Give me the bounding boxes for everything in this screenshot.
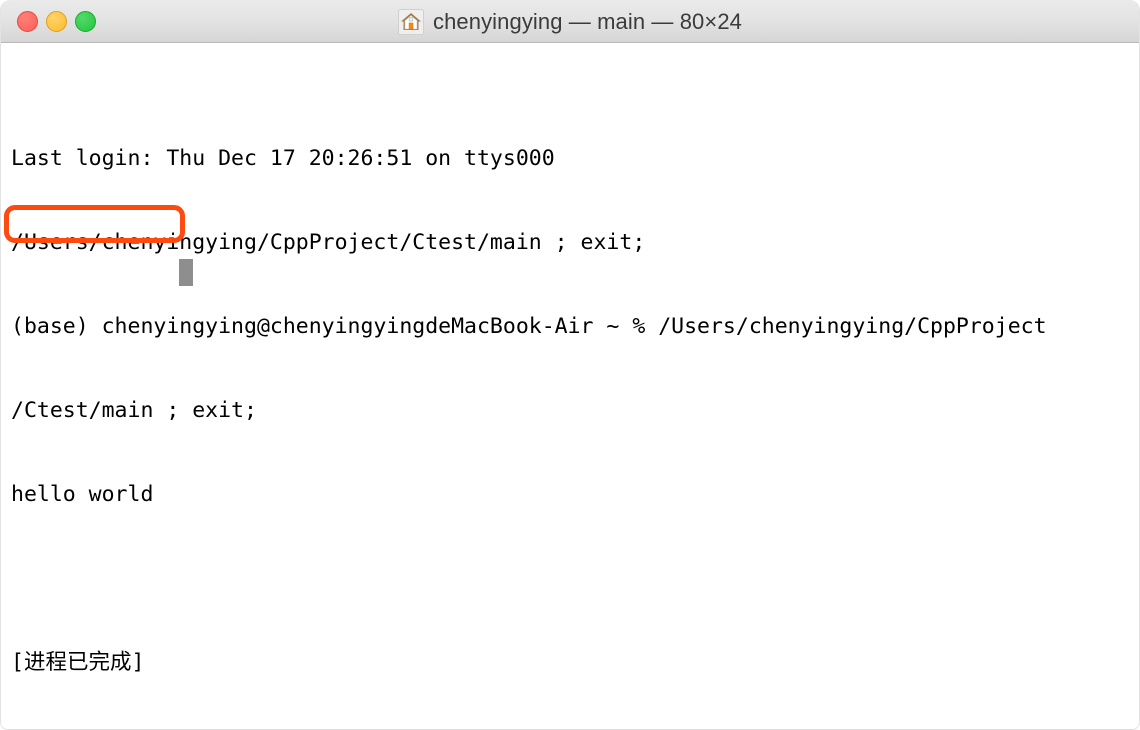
terminal-output: Last login: Thu Dec 17 20:26:51 on ttys0… <box>11 89 1047 729</box>
window-controls <box>17 0 96 43</box>
title-bar[interactable]: chenyingying — main — 80×24 <box>1 0 1139 43</box>
terminal-line: /Users/chenyingying/CppProject/Ctest/mai… <box>11 230 646 255</box>
terminal-line: [进程已完成] <box>11 650 145 675</box>
terminal-line: (base) chenyingying@chenyingyingdeMacBoo… <box>11 314 1047 339</box>
minimize-button[interactable] <box>46 11 67 32</box>
zoom-button[interactable] <box>75 11 96 32</box>
title-bar-center: chenyingying — main — 80×24 <box>1 0 1139 43</box>
terminal-line: hello world <box>11 482 154 507</box>
home-icon <box>397 8 424 35</box>
terminal-line: /Ctest/main ; exit; <box>11 398 257 423</box>
close-button[interactable] <box>17 11 38 32</box>
block-cursor <box>179 259 193 286</box>
terminal-line: Last login: Thu Dec 17 20:26:51 on ttys0… <box>11 146 555 171</box>
terminal-screen[interactable]: Last login: Thu Dec 17 20:26:51 on ttys0… <box>1 43 1139 729</box>
window-title: chenyingying — main — 80×24 <box>432 8 743 34</box>
terminal-window: chenyingying — main — 80×24 Last login: … <box>0 0 1140 730</box>
